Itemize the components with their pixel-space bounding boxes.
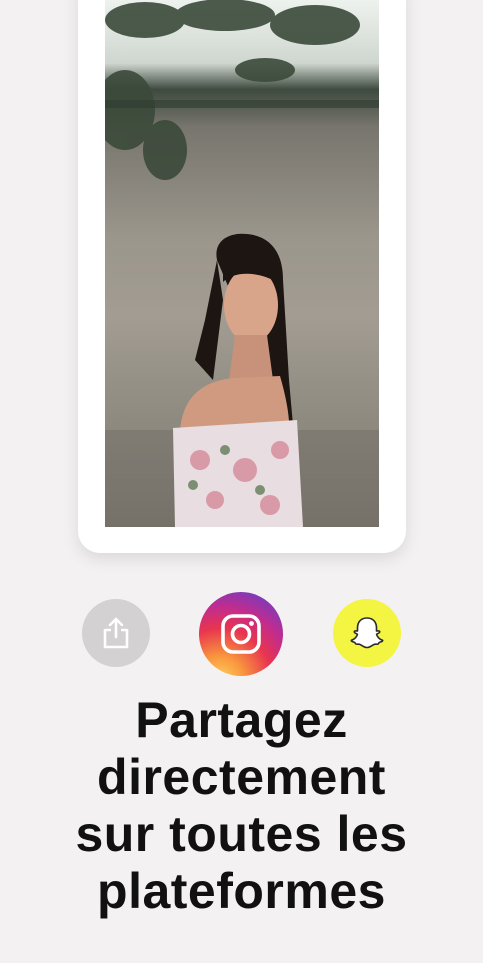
snapchat-share-button[interactable]: [333, 599, 401, 667]
portrait-photo: [105, 0, 379, 527]
share-upload-icon: [103, 617, 129, 649]
share-button[interactable]: [82, 599, 150, 667]
snapchat-ghost-icon: [350, 617, 384, 649]
instagram-icon: [221, 614, 261, 654]
instagram-share-button[interactable]: [199, 592, 283, 676]
headline-line-2: directement: [97, 749, 386, 805]
share-options-row: [0, 592, 483, 678]
headline-line-1: Partagez: [135, 692, 348, 748]
headline-line-4: plateformes: [97, 863, 386, 919]
headline-line-3: sur toutes les: [75, 806, 408, 862]
headline: Partagez directement sur toutes les plat…: [0, 692, 483, 920]
